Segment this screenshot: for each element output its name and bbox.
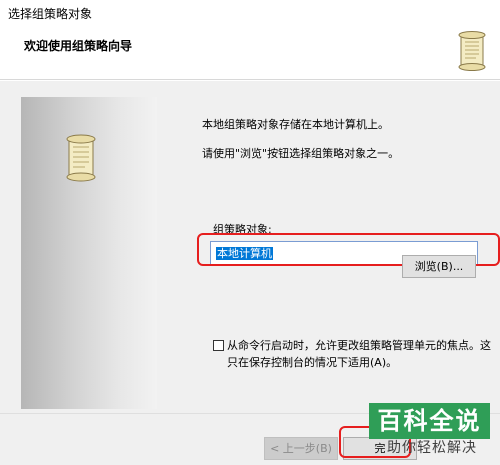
scroll-icon	[454, 30, 490, 75]
watermark-subtitle: 助你轻松解决	[387, 440, 477, 456]
header-title: 欢迎使用组策略向导	[24, 39, 133, 53]
focus-checkbox-label: 从命令行启动时，允许更改组策略管理单元的焦点。这只在保存控制台的情况下适用(A)…	[227, 339, 491, 369]
scroll-icon	[61, 133, 101, 186]
gpo-field-label: 组策略对象:	[213, 223, 272, 236]
browse-button[interactable]: 浏览(B)...	[402, 255, 476, 278]
info-line-1: 本地组策略对象存储在本地计算机上。	[202, 118, 389, 131]
info-line-2: 请使用"浏览"按钮选择组策略对象之一。	[202, 147, 400, 160]
title-bar: 选择组策略对象	[0, 0, 500, 26]
wizard-header: 欢迎使用组策略向导	[0, 26, 500, 80]
watermark-logo: 百科全说	[369, 403, 490, 439]
gpo-field-value: 本地计算机	[216, 247, 273, 260]
focus-checkbox[interactable]	[213, 340, 224, 351]
back-button[interactable]: < 上一步(B)	[264, 437, 338, 460]
wizard-side-image	[21, 97, 157, 409]
window-title: 选择组策略对象	[8, 7, 93, 21]
